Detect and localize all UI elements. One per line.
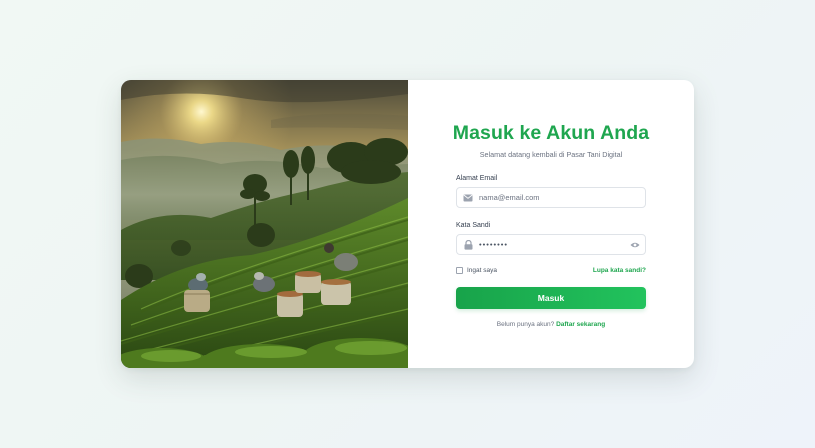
eye-icon[interactable]: [625, 235, 645, 254]
login-card: Masuk ke Akun Anda Selamat datang kembal…: [121, 80, 694, 368]
signup-link[interactable]: Daftar sekarang: [556, 321, 605, 328]
password-label: Kata Sandi: [456, 222, 491, 229]
forgot-password-link[interactable]: Lupa kata sandi?: [593, 267, 646, 274]
email-label: Alamat Email: [456, 175, 498, 182]
remember-me[interactable]: Ingat saya: [456, 267, 497, 274]
password-field[interactable]: [456, 234, 646, 255]
signup-prompt: Belum punya akun? Daftar sekarang: [408, 321, 694, 328]
tea-plantation-image: [121, 80, 408, 368]
page-title: Masuk ke Akun Anda: [452, 122, 650, 144]
envelope-icon: [457, 188, 479, 207]
lock-icon: [457, 235, 479, 254]
password-input[interactable]: [479, 235, 625, 254]
email-field[interactable]: [456, 187, 646, 208]
remember-label: Ingat saya: [467, 267, 497, 274]
login-form: Masuk ke Akun Anda Selamat datang kembal…: [408, 80, 694, 368]
login-button[interactable]: Masuk: [456, 287, 646, 309]
email-input[interactable]: [479, 188, 645, 207]
page-subtitle: Selamat datang kembali di Pasar Tani Dig…: [479, 150, 623, 159]
remember-checkbox[interactable]: [456, 267, 463, 274]
signup-prompt-text: Belum punya akun?: [496, 321, 555, 328]
